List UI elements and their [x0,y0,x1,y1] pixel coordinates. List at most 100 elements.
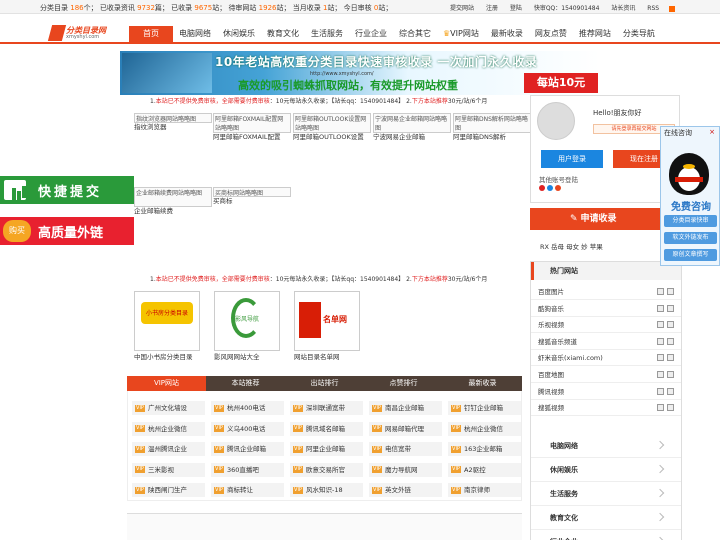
vip-site-item[interactable]: VIP 杭州企业微信 [448,421,521,436]
visit-icon[interactable] [657,321,664,329]
vip-site-item[interactable]: VIP 英文外链 [369,483,442,497]
vip-site-item[interactable]: VIP 腾讯域名邮箱 [290,421,363,436]
tab-recommended[interactable]: 本站推荐 [206,376,285,391]
nav-leisure[interactable]: 休闲娱乐 [217,26,261,44]
visit-icon[interactable] [657,337,664,345]
vip-site-item[interactable]: VIP 商标转让 [211,483,284,497]
detail-icon[interactable] [667,337,674,345]
vip-site-item[interactable]: VIP 深圳联通宽带 [290,401,363,415]
vip-site-item[interactable]: VIP 欧意交易所官 [290,462,363,477]
category-section-header[interactable]: 教育文化 [531,506,681,530]
news-link[interactable]: 站长资讯 [611,5,635,12]
vip-site-item[interactable]: VIP 网易邮箱代理 [369,421,442,436]
vip-site-item[interactable]: VIP 杭州400电话 [211,401,284,415]
visit-icon[interactable] [657,304,664,312]
logo-caption[interactable]: 中国小书房分类目录 [134,351,193,361]
vip-site-item[interactable]: VIP 陕西闸门生产 [132,483,205,497]
nav-home[interactable]: 首页 [129,26,173,44]
thumb-item[interactable]: 阿里邮箱OUTLOOK设置网站略略图 阿里邮箱OUTLOOK设置 [293,113,371,142]
tab-vip[interactable]: VIP网站 [127,376,206,391]
thumb-item[interactable]: 宁波网易企业邮箱网站略略图 宁波网易企业邮箱 [373,113,451,142]
detail-icon[interactable] [667,304,674,312]
hot-site-item[interactable]: 百度地图 [531,367,681,383]
category-section-header[interactable]: 电脑网络 [531,434,681,458]
vip-site-item[interactable]: VIP 风水知识-18 [290,483,363,497]
weibo-icon[interactable] [539,185,545,191]
tab-latest[interactable]: 最新收录 [443,376,522,391]
partner-logo[interactable]: 名单网 [294,291,360,351]
nav-computer-network[interactable]: 电脑网络 [173,26,217,44]
register-link[interactable]: 注册 [486,5,498,12]
category-section-header[interactable]: 休闲娱乐 [531,458,681,482]
thumb-item[interactable]: 阿里邮箱DNS解析网站略略图 阿里邮箱DNS解析 [453,113,531,142]
login-button[interactable]: 用户登录 [541,150,603,168]
vip-site-item[interactable]: VIP 魔力导航网 [369,462,442,477]
nav-category-nav[interactable]: 分类导航 [617,26,661,44]
qq-btn-quick-review[interactable]: 分类目录快审 [664,215,717,227]
hot-site-item[interactable]: 搜狐音乐频道 [531,334,681,350]
detail-icon[interactable] [667,321,674,329]
vip-site-item[interactable]: VIP 温州腾讯企业 [132,442,205,456]
hot-site-item[interactable]: 酷狗音乐 [531,301,681,317]
hot-site-item[interactable]: 腾讯视频 [531,384,681,400]
thumb-item[interactable]: 买商标网站略略图 买商标 [213,187,291,206]
rss-link[interactable]: RSS [647,5,685,12]
vip-site-item[interactable]: VIP A2驱控 [448,462,521,477]
vip-site-item[interactable]: VIP 义乌400电话 [211,421,284,436]
detail-icon[interactable] [667,354,674,362]
nav-latest[interactable]: 最新收录 [485,26,529,44]
nav-education[interactable]: 教育文化 [261,26,305,44]
visit-icon[interactable] [657,354,664,362]
logo-caption[interactable]: 网站目录名单网 [294,351,340,361]
vip-site-item[interactable]: VIP 163企业邮箱 [448,442,521,456]
hot-site-item[interactable]: 搜狐视频 [531,400,681,417]
category-section-header[interactable]: 行业企业 [531,530,681,540]
nav-likes[interactable]: 网友点赞 [529,26,573,44]
detail-icon[interactable] [667,288,674,295]
promo-banner[interactable]: 10年老站高权重分类目录快速审核收录 一次加门永久收录 http://www.x… [120,51,600,95]
nav-other[interactable]: 综合其它 [393,26,437,44]
vip-site-item[interactable]: VIP 南昌企业邮箱 [369,401,442,415]
close-icon[interactable]: × [707,127,717,137]
qq-btn-backlinks[interactable]: 软文外链发布 [664,232,717,244]
visit-icon[interactable] [657,288,664,295]
nav-recommended[interactable]: 推荐网站 [573,26,617,44]
vip-site-item[interactable]: VIP 三米影视 [132,462,205,477]
qq-contact-link[interactable]: 快审QQ：1540901484 [534,5,600,12]
partner-logo[interactable]: 小书房分类目录 [134,291,200,351]
visit-icon[interactable] [657,387,664,395]
visit-icon[interactable] [657,404,664,412]
detail-icon[interactable] [667,404,674,412]
vip-site-item[interactable]: VIP 360直播吧 [211,462,284,477]
visit-icon[interactable] [657,371,664,378]
login-link[interactable]: 登陆 [510,5,522,12]
thumb-item[interactable]: 阿里邮箱FOXMAIL配置网站略略图 阿里邮箱FOXMAIL配置 [213,113,291,142]
vip-site-item[interactable]: VIP 杭州企业微信 [132,421,205,436]
vip-site-item[interactable]: VIP 南京律师 [448,483,521,497]
site-logo[interactable]: 分类目录网 xmyshyl.com [47,25,120,41]
vip-site-item[interactable]: VIP 钉钉企业邮箱 [448,401,521,415]
nav-vip[interactable]: ♛VIP网站 [437,26,485,44]
category-section-header[interactable]: 生活服务 [531,482,681,506]
vip-site-item[interactable]: VIP 广州文化墙设 [132,401,205,415]
thumb-item[interactable]: 指纹浏览器网站略略图 指纹浏览器 [134,113,212,132]
taobao-icon[interactable] [555,185,561,191]
qq-btn-articles[interactable]: 原创文章撰写 [664,249,717,261]
qq-icon[interactable] [547,185,553,191]
thumb-item[interactable]: 企业邮箱续费网站略略图 企业邮箱续费 [134,187,212,216]
vip-site-item[interactable]: VIP 电信宽带 [369,442,442,456]
logo-caption[interactable]: 影风网网站大全 [214,351,260,361]
quick-submit-banner[interactable]: 快捷提交 [0,176,134,204]
backlink-banner[interactable]: 购买 高质量外链 [0,217,134,245]
vip-site-item[interactable]: VIP 阿里企业邮箱 [290,442,363,456]
tab-like-rank[interactable]: 点赞排行 [364,376,443,391]
partner-logo[interactable]: 影风导航 [214,291,280,351]
detail-icon[interactable] [667,371,674,378]
hot-site-item[interactable]: 虾米音乐(xiami.com) [531,350,681,367]
nav-industry[interactable]: 行业企业 [349,26,393,44]
detail-icon[interactable] [667,387,674,395]
vip-site-item[interactable]: VIP 腾讯企业邮箱 [211,442,284,456]
tab-outbound-rank[interactable]: 出站排行 [285,376,364,391]
hot-site-item[interactable]: 百度图片 [531,284,681,300]
nav-life-services[interactable]: 生活服务 [305,26,349,44]
